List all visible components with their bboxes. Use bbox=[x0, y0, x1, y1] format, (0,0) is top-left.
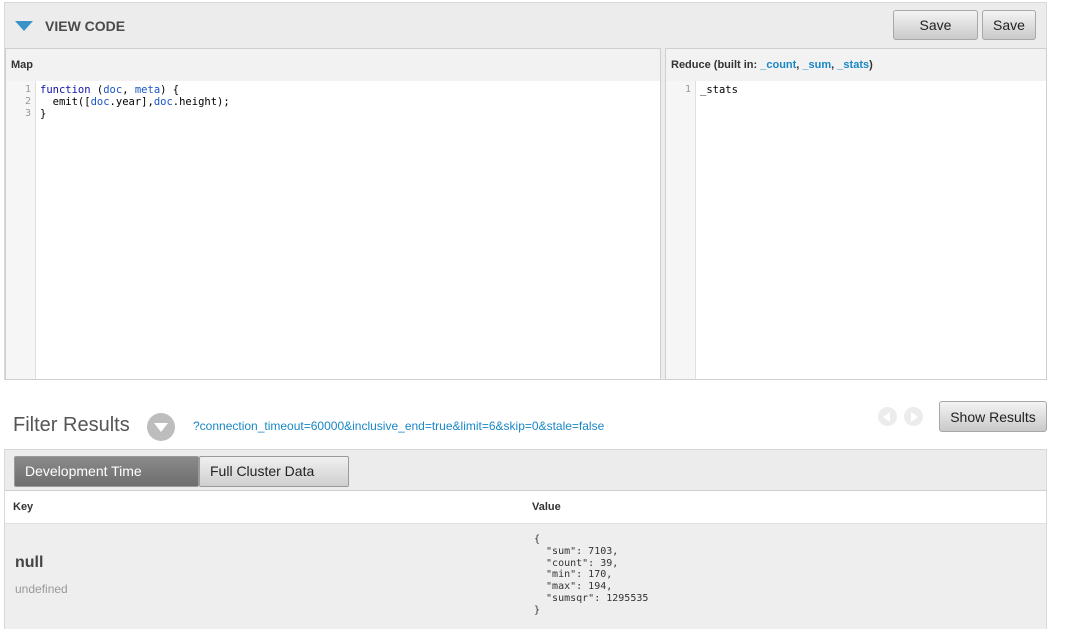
code-token: , bbox=[122, 84, 135, 96]
row-value: { "sum": 7103, "count": 39, "min": 170, … bbox=[534, 534, 649, 616]
results-table: Key Value null undefined { "sum": 7103, … bbox=[5, 490, 1046, 629]
tab-development-time-subset[interactable]: Development Time Subset bbox=[14, 456, 199, 508]
map-code-editor[interactable]: 1 2 3 function (doc, meta) { emit([doc.y… bbox=[6, 81, 660, 379]
code-token: .year], bbox=[109, 96, 154, 108]
code-keyword: function bbox=[40, 84, 91, 96]
line-number: 1 bbox=[684, 84, 691, 95]
map-pane-header: Map bbox=[6, 49, 660, 81]
reduce-pane-header: Reduce (built in: _count, _sum, _stats) bbox=[666, 49, 1046, 81]
reduce-code-text[interactable]: _stats bbox=[700, 84, 738, 96]
builtin-sum-link[interactable]: _sum bbox=[802, 59, 831, 71]
line-number: 2 bbox=[24, 96, 31, 107]
view-code-title[interactable]: VIEW CODE bbox=[45, 18, 125, 34]
code-variable: doc bbox=[90, 96, 110, 108]
map-code-text[interactable]: function (doc, meta) { emit([doc.year],d… bbox=[40, 84, 230, 120]
reduce-editor-pane: Reduce (built in: _count, _sum, _stats) … bbox=[665, 48, 1047, 380]
column-header-key: Key bbox=[13, 501, 34, 513]
tab-full-cluster-data-set[interactable]: Full Cluster Data Set bbox=[199, 456, 349, 508]
view-code-header: VIEW CODE Save As... Save bbox=[5, 3, 1046, 61]
code-variable: doc bbox=[103, 84, 123, 96]
row-key: null bbox=[15, 554, 44, 571]
results-panel: Development Time Subset Full Cluster Dat… bbox=[4, 449, 1047, 629]
code-token: ) { bbox=[160, 84, 180, 96]
code-token: .height); bbox=[172, 96, 230, 108]
view-code-panel: VIEW CODE Save As... Save Map 1 2 3 func… bbox=[4, 2, 1047, 380]
filter-expand-icon[interactable] bbox=[147, 413, 175, 441]
code-token: emit([ bbox=[40, 96, 91, 108]
show-results-button[interactable]: Show Results bbox=[939, 401, 1047, 432]
reduce-header-suffix: ) bbox=[869, 59, 873, 71]
code-token: } bbox=[40, 108, 47, 120]
row-doc-id: undefined bbox=[15, 582, 68, 596]
save-as-button[interactable]: Save As... bbox=[893, 10, 978, 61]
previous-page-icon[interactable] bbox=[878, 407, 897, 426]
column-header-value: Value bbox=[532, 501, 561, 513]
reduce-line-gutter: 1 bbox=[666, 81, 696, 379]
save-button[interactable]: Save bbox=[982, 10, 1036, 40]
map-line-gutter: 1 2 3 bbox=[6, 81, 36, 379]
filter-query-link[interactable]: ?connection_timeout=60000&inclusive_end=… bbox=[193, 419, 604, 433]
collapse-triangle-icon[interactable] bbox=[15, 21, 33, 31]
code-variable: meta bbox=[134, 84, 161, 96]
table-row: null undefined { "sum": 7103, "count": 3… bbox=[5, 523, 1046, 629]
builtin-stats-link[interactable]: _stats bbox=[837, 59, 869, 71]
line-number: 1 bbox=[24, 84, 31, 95]
code-token: ( bbox=[90, 84, 104, 96]
code-variable: doc bbox=[153, 96, 173, 108]
map-editor-pane: Map 1 2 3 function (doc, meta) { emit([d… bbox=[5, 48, 661, 380]
filter-results-title: Filter Results bbox=[13, 414, 130, 436]
builtin-count-link[interactable]: _count bbox=[760, 59, 796, 71]
next-page-icon[interactable] bbox=[904, 407, 923, 426]
line-number: 3 bbox=[24, 108, 31, 119]
reduce-header-prefix: Reduce (built in: bbox=[671, 59, 761, 71]
reduce-code-editor[interactable]: 1 _stats bbox=[666, 81, 1046, 379]
